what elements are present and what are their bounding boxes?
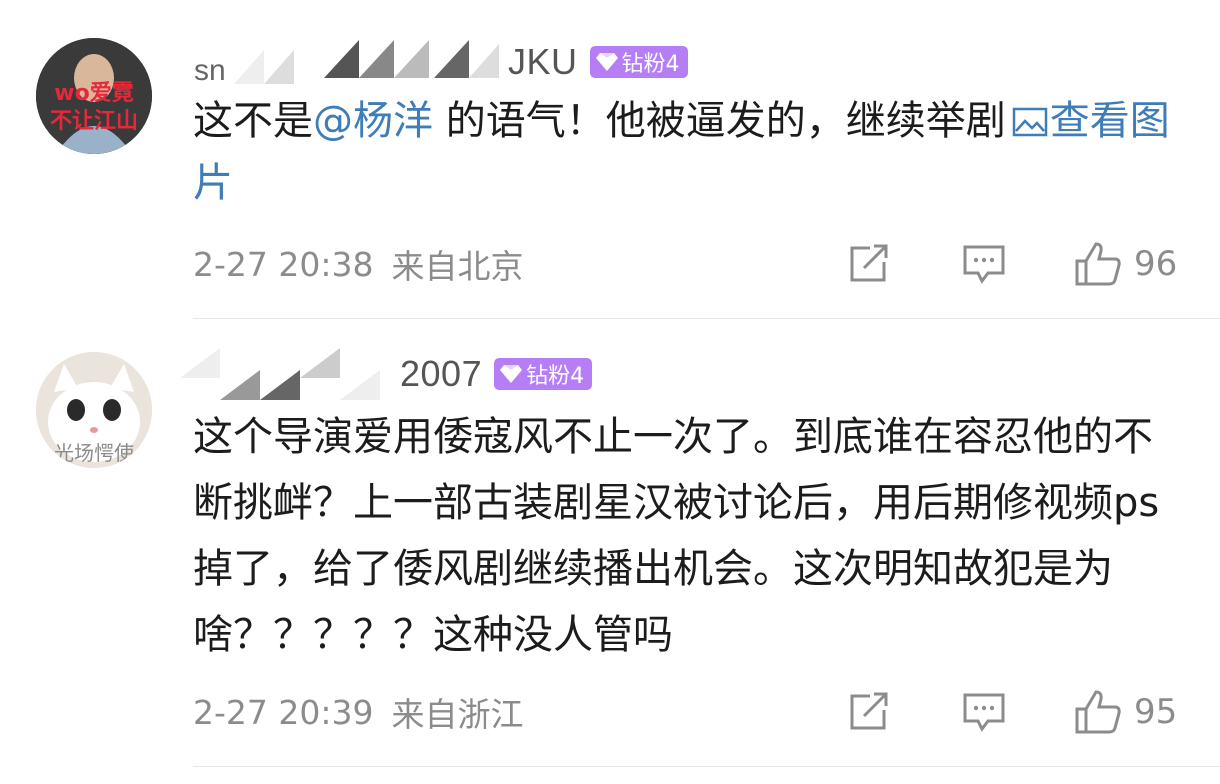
comment-text: 这个导演爱用倭寇风不止一次了。到底谁在容忍他的不断挑衅？上一部古装剧星汉被讨论后… bbox=[193, 414, 1160, 658]
like-button[interactable]: 95 bbox=[1074, 686, 1177, 738]
meta-row: 2-27 20:38 来自北京 bbox=[193, 238, 524, 290]
badge-label: 钻粉4 bbox=[621, 52, 680, 77]
avatar-image: wo爱霓 不让江山 bbox=[36, 38, 152, 154]
comment-button[interactable] bbox=[962, 686, 1006, 738]
comment-text: 这不是@杨洋 的语气！他被逼发的，继续举剧 查看图片 bbox=[193, 90, 1193, 214]
comment-text-part: 的语气！他被逼发的，继续举剧 bbox=[433, 98, 1006, 144]
fan-badge[interactable]: 钻粉4 bbox=[494, 358, 593, 390]
thumbs-up-icon bbox=[1075, 242, 1121, 286]
comment-button[interactable] bbox=[962, 238, 1006, 290]
diamond-icon bbox=[500, 365, 523, 383]
like-button[interactable]: 96 bbox=[1074, 238, 1177, 290]
username-row: 2007 钻粉4 bbox=[180, 348, 593, 400]
like-count: 96 bbox=[1134, 244, 1178, 284]
fan-badge[interactable]: 钻粉4 bbox=[589, 46, 688, 78]
thumbs-up-icon bbox=[1075, 690, 1121, 734]
timestamp: 2-27 20:38 bbox=[193, 244, 374, 284]
comment-icon bbox=[963, 245, 1005, 284]
diamond-icon bbox=[595, 53, 618, 71]
location: 来自北京 bbox=[391, 247, 524, 286]
meta-row: 2-27 20:39 来自浙江 bbox=[193, 686, 524, 738]
timestamp: 2-27 20:39 bbox=[193, 692, 374, 732]
username[interactable]: JKU bbox=[508, 41, 578, 83]
share-icon bbox=[850, 244, 888, 282]
svg-text:sn_: sn_ bbox=[194, 54, 244, 84]
svg-text:光场愕使: 光场愕使 bbox=[54, 441, 134, 465]
username-redaction: sn_ bbox=[194, 40, 504, 84]
divider bbox=[193, 318, 1220, 319]
username-redaction bbox=[180, 348, 392, 400]
avatar-image: 光场愕使 bbox=[36, 352, 152, 468]
divider bbox=[193, 766, 1220, 767]
like-count: 95 bbox=[1134, 692, 1178, 732]
mention-link[interactable]: @杨洋 bbox=[313, 98, 433, 144]
svg-text:wo爱霓: wo爱霓 bbox=[54, 81, 133, 106]
repost-button[interactable] bbox=[848, 686, 890, 738]
image-icon bbox=[1012, 107, 1047, 137]
badge-label: 钻粉4 bbox=[526, 364, 585, 389]
location: 来自浙江 bbox=[391, 695, 524, 734]
repost-button[interactable] bbox=[848, 238, 890, 290]
avatar[interactable]: 光场愕使 bbox=[36, 352, 152, 468]
username-row: sn_ JKU 钻粉4 bbox=[194, 40, 688, 84]
share-icon bbox=[850, 692, 888, 730]
comment-text-part: 这不是 bbox=[193, 98, 313, 144]
username[interactable]: 2007 bbox=[400, 353, 482, 395]
comment-icon bbox=[963, 693, 1005, 732]
avatar[interactable]: wo爱霓 不让江山 bbox=[36, 38, 152, 154]
svg-text:不让江山: 不让江山 bbox=[50, 109, 138, 134]
